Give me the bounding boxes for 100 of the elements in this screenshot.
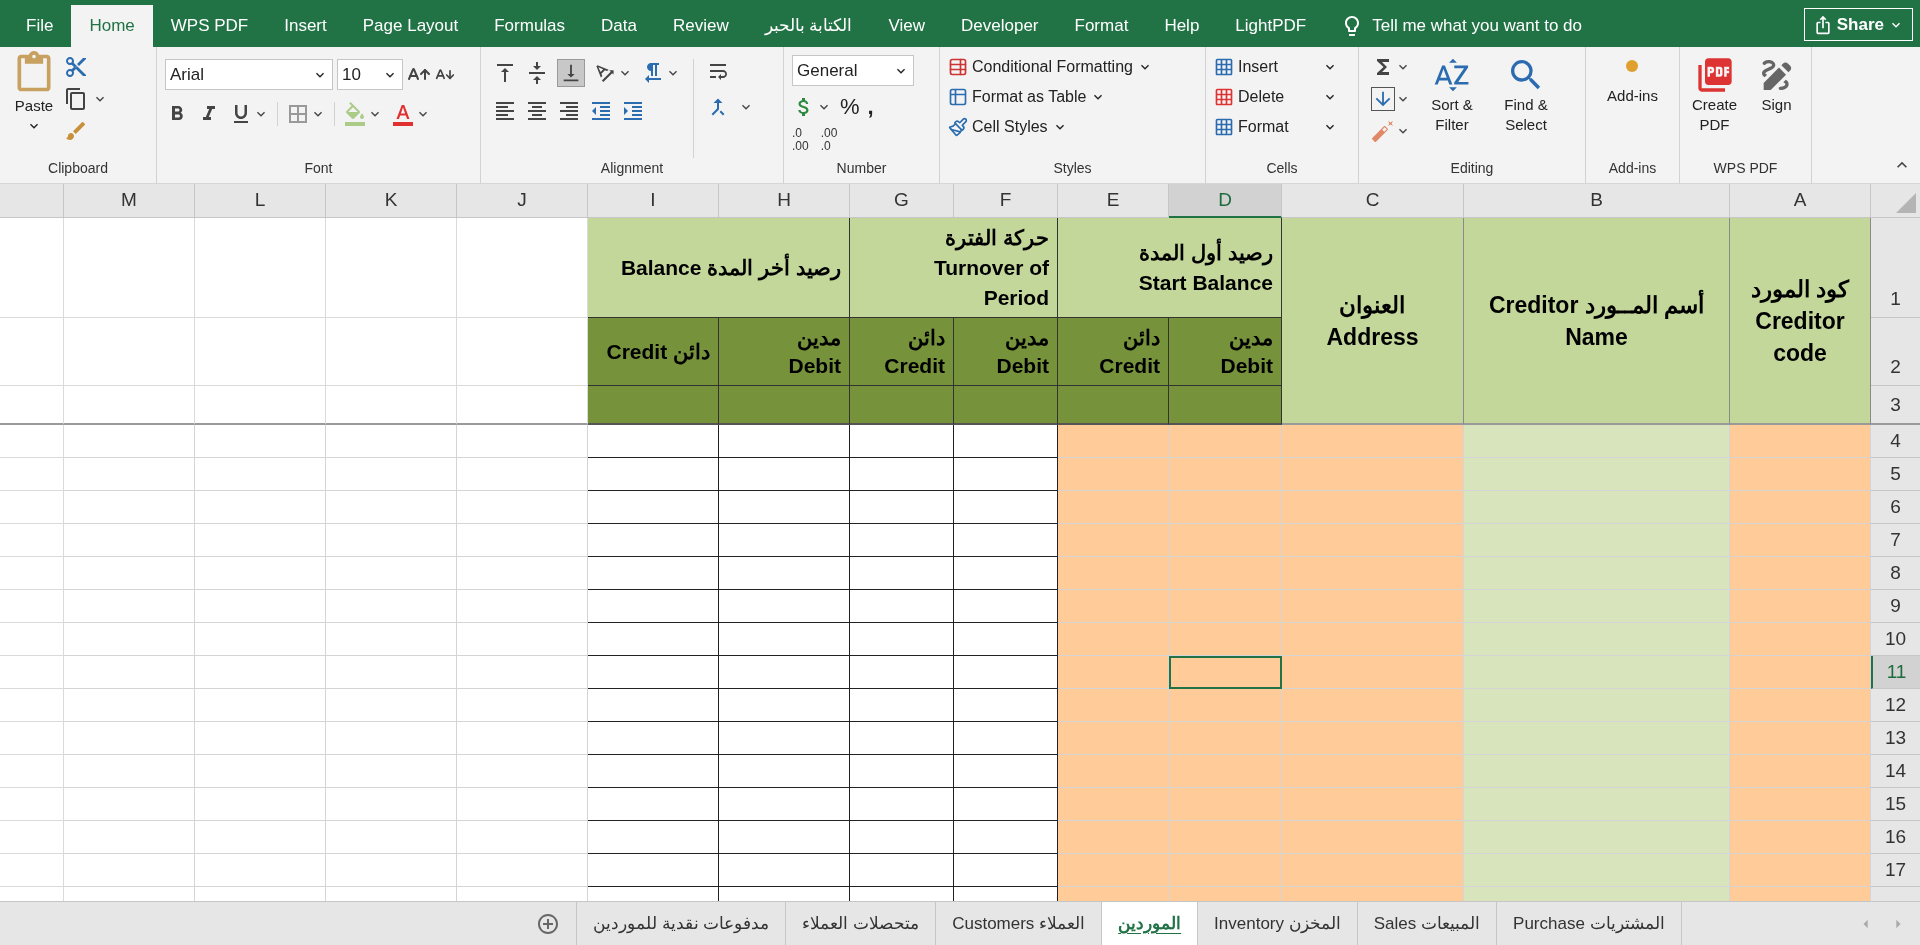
column-header[interactable]: A — [1730, 184, 1871, 218]
column-header[interactable]: C — [1282, 184, 1464, 218]
pdf-menu-button[interactable]: Create PDF — [1689, 55, 1740, 158]
ribbon-tab[interactable]: LightPDF — [1217, 5, 1325, 47]
font-name-field[interactable]: Arial — [165, 59, 333, 90]
decrease-indent-icon[interactable] — [589, 99, 613, 123]
cells-menu-button[interactable]: Format — [1214, 115, 1350, 139]
row-header[interactable]: 14 — [1871, 755, 1920, 788]
ribbon-tab[interactable]: Insert — [266, 5, 345, 47]
number-format-field[interactable]: General — [792, 55, 914, 86]
table-cell — [0, 689, 64, 722]
ribbon-tab[interactable]: WPS PDF — [152, 5, 267, 47]
row-header[interactable]: 11 — [1871, 656, 1920, 689]
align-left-icon[interactable] — [493, 99, 517, 123]
row-header[interactable]: 12 — [1871, 689, 1920, 722]
sheet-tab[interactable]: العملاء Customers — [935, 902, 1102, 945]
ribbon-tab[interactable]: الكتابة بالحبر — [746, 5, 871, 47]
row-header[interactable]: 4 — [1871, 425, 1920, 458]
row-header[interactable]: 6 — [1871, 491, 1920, 524]
decrease-decimal-button[interactable]: .00 .0 — [820, 127, 838, 153]
editing-menu-button[interactable]: Find & Select — [1493, 55, 1559, 158]
row-header[interactable]: 2 — [1871, 318, 1920, 386]
header-cell: رصيد أخر المدة Balance — [588, 218, 850, 318]
font-name-value: Arial — [170, 63, 205, 86]
table-cell — [0, 722, 64, 755]
increase-indent-icon[interactable] — [621, 99, 645, 123]
align-center-icon[interactable] — [525, 99, 549, 123]
ribbon-tab[interactable]: Page Layout — [344, 5, 477, 47]
table-cell — [0, 458, 64, 491]
table-cell — [0, 656, 64, 689]
row-header[interactable]: 16 — [1871, 821, 1920, 854]
column-header[interactable]: H — [719, 184, 850, 218]
table-cell — [0, 590, 64, 623]
row-header[interactable]: 3 — [1871, 386, 1920, 425]
fill-down-icon[interactable] — [1371, 87, 1395, 111]
sheet-tab[interactable]: الموردين — [1101, 902, 1198, 945]
ribbon-tab[interactable]: Data — [583, 5, 655, 47]
copy-icon[interactable] — [64, 87, 88, 111]
increase-decimal-button[interactable]: .0 .00 — [792, 127, 809, 153]
table-cell — [0, 557, 64, 590]
row-header[interactable]: 7 — [1871, 524, 1920, 557]
sheet-tab[interactable]: المشتريات Purchase — [1496, 902, 1681, 945]
align-right-icon[interactable] — [557, 99, 581, 123]
cells-menu-button[interactable]: Insert — [1214, 55, 1350, 79]
column-header[interactable]: L — [195, 184, 326, 218]
table-cell — [0, 854, 64, 887]
pdf-menu-button[interactable]: Sign — [1751, 55, 1802, 158]
group-label: Cells — [1265, 159, 1299, 178]
row-header[interactable]: 10 — [1871, 623, 1920, 656]
ribbon-tab[interactable]: Format — [1056, 5, 1147, 47]
ribbon-tab[interactable]: Developer — [943, 5, 1057, 47]
font-size-field[interactable]: 10 — [337, 59, 403, 90]
group-label: WPS PDF — [1712, 159, 1779, 178]
column-header[interactable]: M — [64, 184, 195, 218]
ribbon-tab[interactable]: File — [8, 5, 72, 47]
ribbon-tab[interactable]: View — [870, 5, 944, 47]
percent-style-button[interactable]: % — [840, 90, 860, 123]
cells-menu-button[interactable]: Delete — [1214, 85, 1350, 109]
row-header[interactable]: 1 — [1871, 218, 1920, 318]
add-sheet-icon[interactable] — [536, 911, 560, 936]
column-header[interactable]: I — [588, 184, 719, 218]
sheet-tab[interactable]: متحصلات العملاء — [785, 902, 936, 945]
grid-icon — [1214, 87, 1234, 107]
active-cell[interactable] — [1169, 656, 1282, 689]
ribbon-tab[interactable]: Home — [71, 5, 153, 47]
row-header[interactable]: 5 — [1871, 458, 1920, 491]
add-ins-button[interactable]: Add-ins — [1607, 59, 1658, 108]
column-header[interactable]: E — [1058, 184, 1169, 218]
sheet-tab[interactable]: مدفوعات نقدية للموردين — [576, 902, 786, 945]
column-header[interactable]: B — [1464, 184, 1730, 218]
row-header[interactable]: 9 — [1871, 590, 1920, 623]
fill-color-icon[interactable] — [343, 102, 367, 126]
align-bottom-icon[interactable] — [557, 59, 585, 87]
search-field[interactable]: Tell me what you want to do — [1372, 13, 1673, 39]
ribbon-tab[interactable]: Formulas — [476, 5, 584, 47]
header-cell: دائن Credit — [588, 318, 719, 386]
row-header[interactable]: 13 — [1871, 722, 1920, 755]
ribbon-tab[interactable]: Help — [1146, 5, 1218, 47]
column-header[interactable]: K — [326, 184, 457, 218]
styles-menu-button[interactable]: Cell Styles — [948, 115, 1197, 139]
table-icon — [948, 57, 968, 77]
row-header[interactable]: 8 — [1871, 557, 1920, 590]
comma-style-button[interactable]: , — [867, 90, 874, 123]
styles-menu-button[interactable]: Conditional Formatting — [948, 55, 1197, 79]
row-header[interactable]: 15 — [1871, 788, 1920, 821]
sheet-tab[interactable]: المبيعات Sales — [1356, 902, 1497, 945]
share-button[interactable]: Share — [1803, 8, 1913, 41]
column-header[interactable]: G — [850, 184, 954, 218]
styles-menu-button[interactable]: Format as Table — [948, 85, 1197, 109]
paste-button[interactable]: Paste — [12, 51, 56, 158]
editing-menu-button[interactable]: Sort & Filter — [1419, 55, 1485, 158]
column-header[interactable]: F — [954, 184, 1058, 218]
table-cell — [0, 491, 64, 524]
column-header[interactable]: J — [457, 184, 588, 218]
row-header[interactable]: 17 — [1871, 854, 1920, 887]
cut-icon[interactable] — [64, 55, 88, 79]
ribbon-tab[interactable]: Review — [655, 5, 747, 47]
font-color-icon[interactable] — [391, 102, 415, 126]
grid-icon — [1214, 117, 1234, 137]
column-header[interactable]: D — [1169, 184, 1282, 218]
